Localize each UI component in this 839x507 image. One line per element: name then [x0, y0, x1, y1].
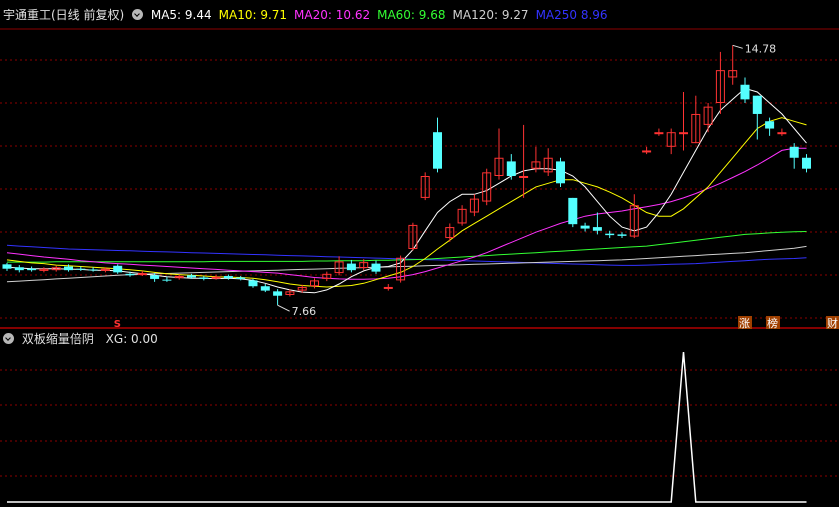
sub-chart-title: 双板缩量倍阴	[21, 332, 94, 346]
candle-body	[150, 275, 160, 279]
high-price-label: 14.78	[745, 42, 777, 55]
low-pointer	[277, 304, 290, 312]
candle-body	[64, 266, 73, 271]
candle-body	[740, 84, 750, 100]
low-price-label: 7.66	[292, 305, 317, 318]
candle-body	[802, 157, 811, 169]
candle-body	[752, 95, 762, 114]
candle-body	[592, 227, 602, 231]
chart-root: 14.78 7.66 S 涨 榜 财 宇通重工(日线 前复权) MA5: 9.44 MA10…	[0, 0, 839, 507]
candle-body	[27, 268, 37, 271]
sell-signal-marker: S	[114, 319, 121, 330]
candle-body	[519, 176, 529, 178]
candle-body	[137, 273, 147, 276]
chevron-down-icon[interactable]	[3, 333, 14, 344]
main-price-chart: 14.78 7.66 S 涨 榜 财	[0, 28, 839, 503]
ma60-line	[7, 231, 807, 263]
candle-body	[236, 277, 246, 279]
candle-body	[654, 132, 664, 135]
event-badge-label: 榜	[767, 316, 778, 330]
xg-value: XG: 0.00	[105, 332, 158, 346]
ma-indicator-label: MA20: 10.62	[294, 8, 371, 22]
candle-body	[765, 121, 775, 129]
ma-indicator-label: MA120: 9.27	[452, 8, 529, 22]
candle-body	[789, 146, 799, 158]
candle-body	[260, 286, 270, 291]
stock-title: 宇通重工(日线 前复权)	[3, 8, 125, 22]
sub-chart-header: 双板缩量倍阴 XG: 0.00	[3, 331, 158, 347]
candle-body	[187, 275, 196, 278]
candle-body	[162, 279, 172, 281]
event-badge-label: 涨	[739, 317, 750, 330]
ma-indicator-label: MA5: 9.44	[150, 8, 212, 22]
ma250-line	[6, 244, 807, 266]
candle-body	[383, 286, 393, 289]
candle-body	[199, 277, 209, 279]
candle-body	[371, 263, 381, 272]
candle-body	[273, 291, 283, 296]
ma-indicator-label: MA10: 9.71	[218, 8, 288, 22]
candle-body	[2, 264, 12, 269]
candle-body	[617, 234, 627, 236]
ma-indicator-label: MA250 8.96	[535, 8, 608, 22]
main-chart-header: 宇通重工(日线 前复权) MA5: 9.44 MA10: 9.71 MA20: 10…	[3, 7, 615, 23]
candle-body	[642, 150, 652, 153]
candle-body	[113, 265, 123, 273]
candle-body	[580, 225, 590, 229]
candle-body	[777, 132, 787, 135]
xg-signal-line	[7, 351, 807, 503]
chevron-down-icon[interactable]	[132, 9, 144, 20]
candle-body	[76, 268, 86, 270]
candle-body	[211, 276, 221, 279]
candle-body	[248, 280, 258, 287]
candle-body	[346, 263, 356, 271]
candle-body	[125, 273, 135, 276]
candle-body	[433, 132, 442, 169]
candle-body	[605, 233, 615, 236]
candle-body	[556, 161, 565, 184]
candle-body	[679, 132, 688, 135]
candle-body	[14, 267, 24, 271]
event-badge-label: 财	[827, 316, 838, 330]
ma-indicator-row: MA5: 9.44 MA10: 9.71 MA20: 10.62 MA60: 9.68…	[151, 7, 615, 23]
candle-body	[568, 197, 578, 225]
high-pointer	[732, 44, 743, 49]
candle-body	[506, 161, 516, 176]
candle-body	[88, 269, 98, 271]
ma-indicator-label: MA60: 9.68	[377, 8, 446, 22]
candle-body	[223, 276, 233, 279]
